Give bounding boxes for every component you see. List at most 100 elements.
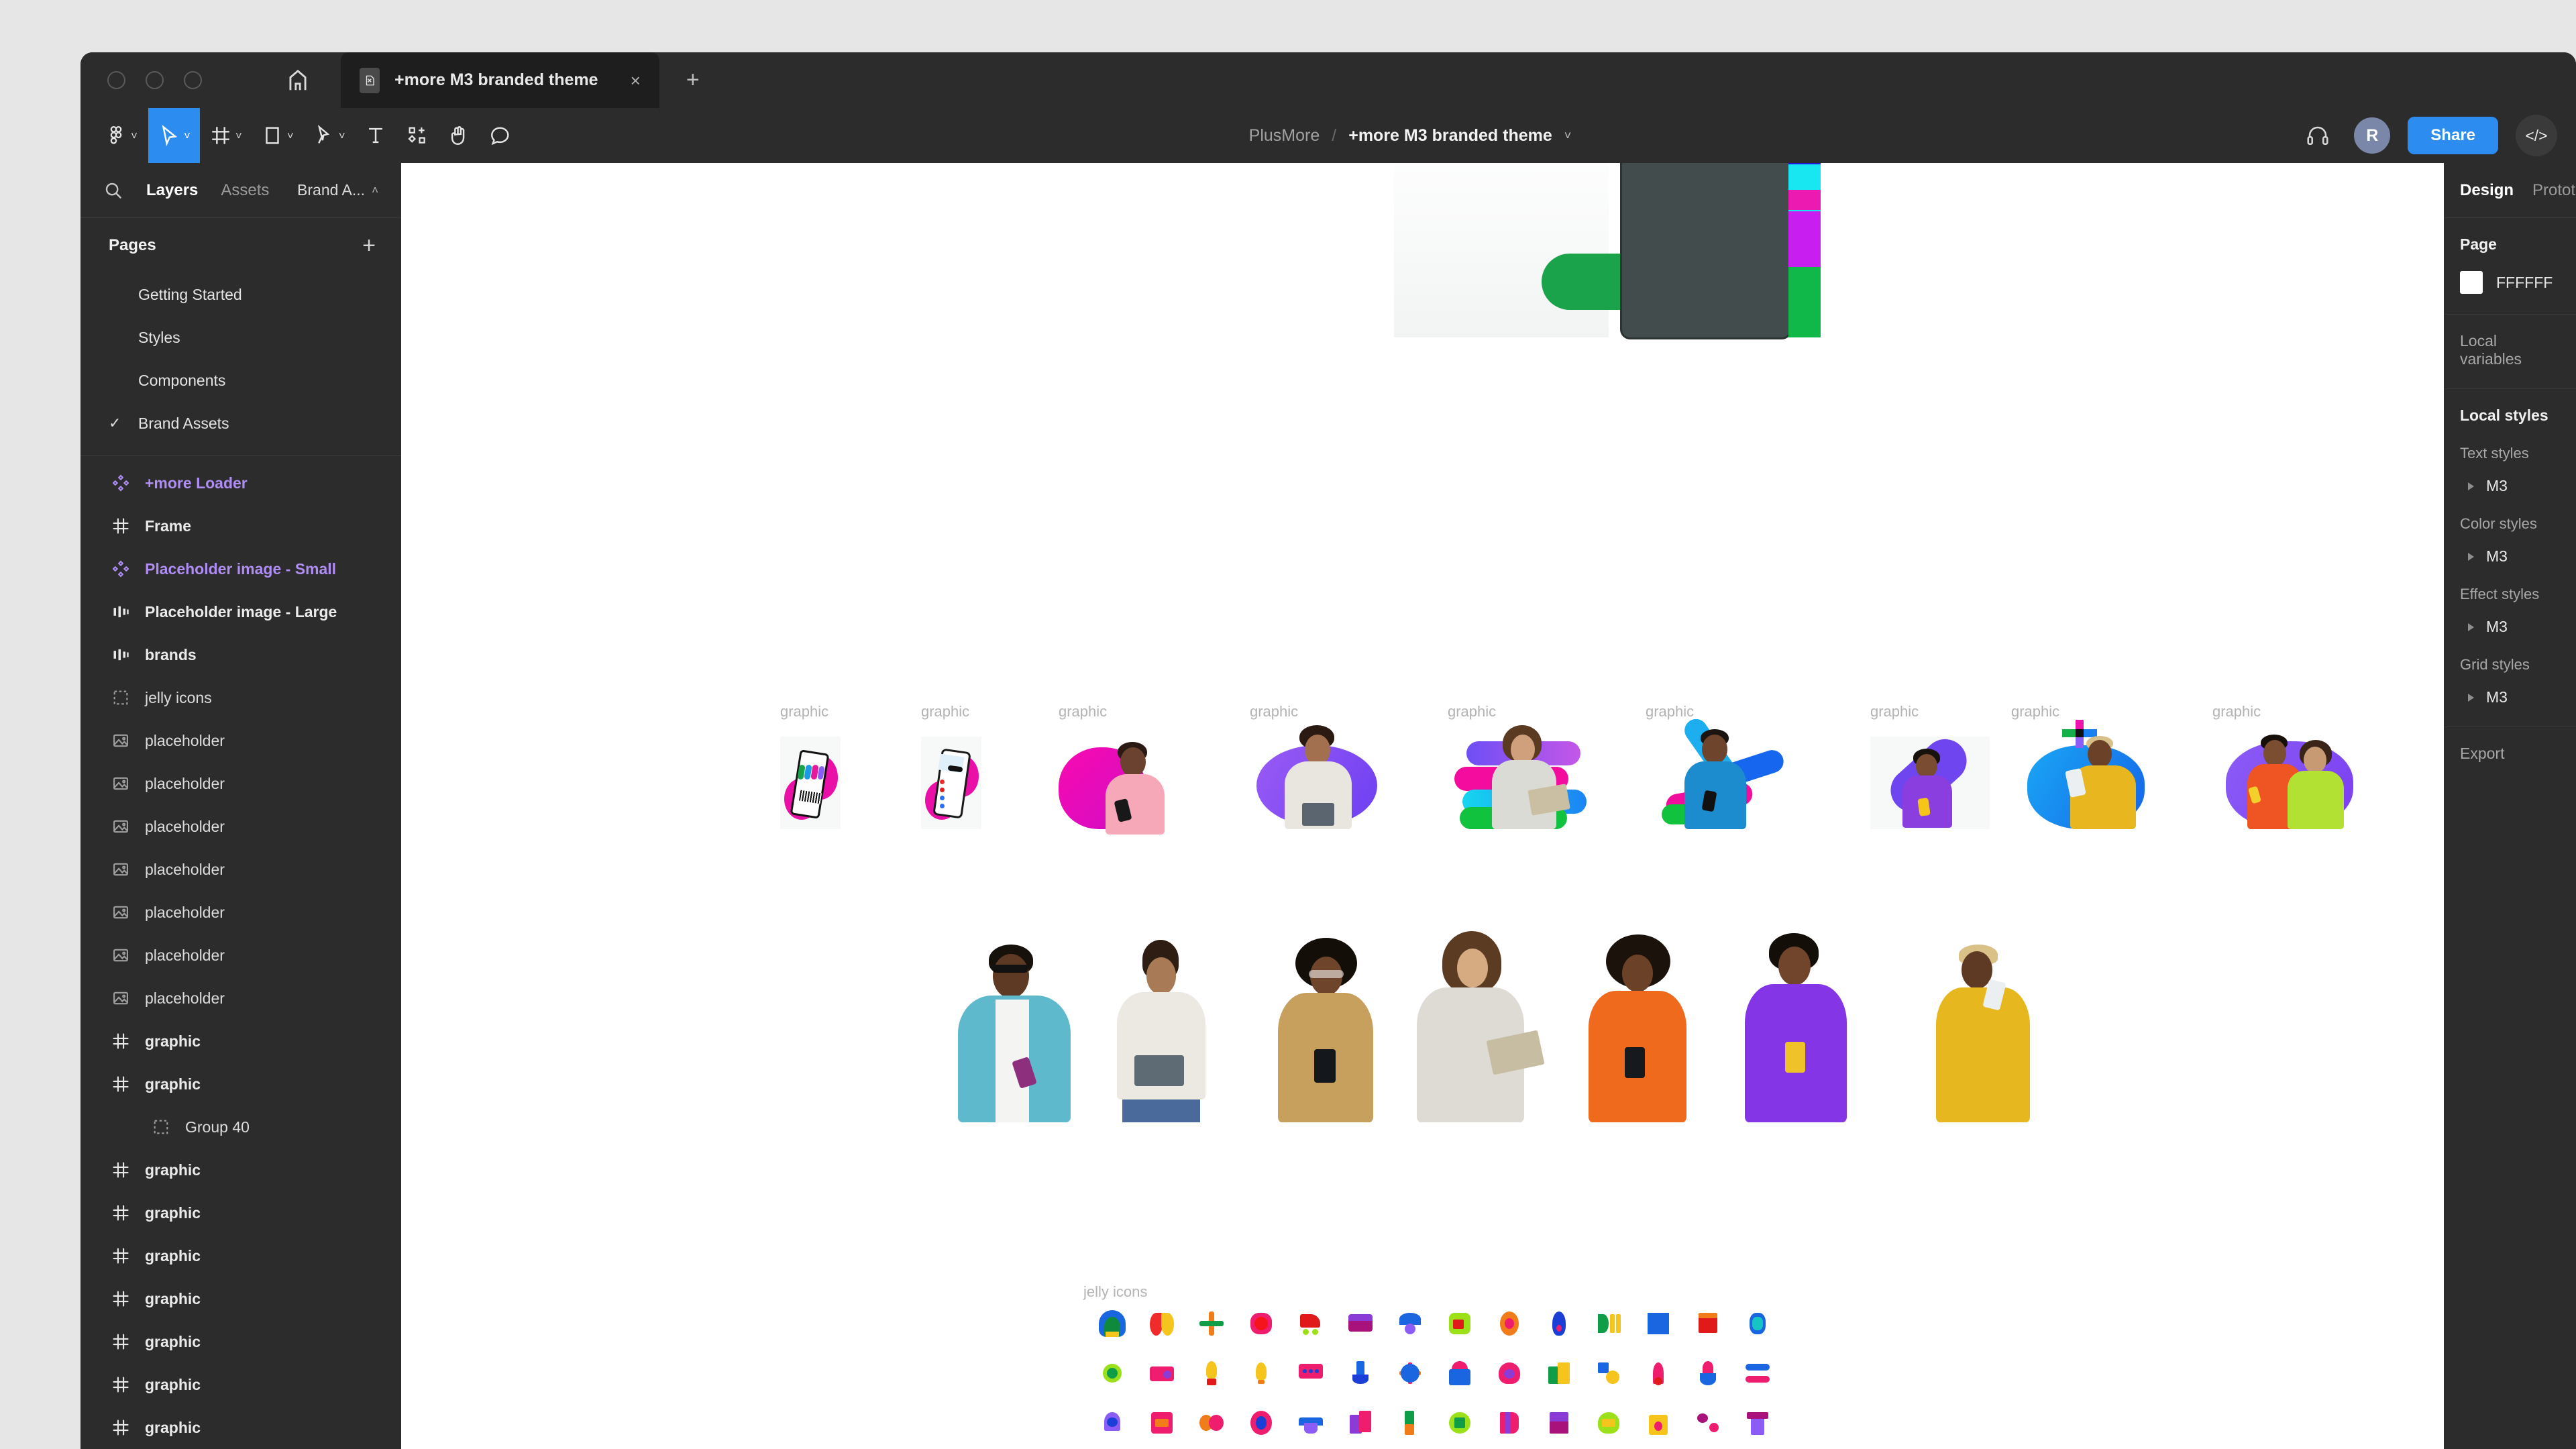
jelly-icon-22[interactable] [1446, 1360, 1473, 1387]
canvas-graphic-5[interactable] [1448, 725, 1602, 829]
text-style-item-m3[interactable]: M3 [2460, 477, 2560, 495]
layer-row-21[interactable]: graphic [80, 1363, 401, 1406]
canvas-person-7[interactable] [1924, 945, 2038, 1122]
layer-row-11[interactable]: placeholder [80, 934, 401, 977]
layer-row-8[interactable]: placeholder [80, 805, 401, 848]
jelly-icon-16[interactable] [1148, 1360, 1175, 1387]
layer-row-22[interactable]: graphic [80, 1406, 401, 1449]
canvas-person-3[interactable] [1270, 938, 1381, 1122]
jelly-icon-21[interactable] [1397, 1360, 1424, 1387]
page-background-row[interactable]: FFFFFF [2460, 271, 2560, 294]
layer-row-19[interactable]: graphic [80, 1277, 401, 1320]
audio-call-button[interactable] [2299, 117, 2337, 154]
jelly-icon-30[interactable] [1148, 1409, 1175, 1436]
effect-style-item-m3[interactable]: M3 [2460, 618, 2560, 636]
jelly-icon-40[interactable] [1645, 1409, 1672, 1436]
pen-tool-button[interactable]: ˅ [303, 108, 355, 163]
add-page-button[interactable]: + [362, 233, 376, 259]
jelly-icon-8[interactable] [1446, 1310, 1473, 1337]
page-item-brand-assets[interactable]: ✓ Brand Assets [80, 402, 401, 445]
layer-row-10[interactable]: placeholder [80, 891, 401, 934]
jelly-icon-23[interactable] [1496, 1360, 1523, 1387]
user-avatar[interactable]: R [2354, 117, 2391, 154]
jelly-icon-32[interactable] [1248, 1409, 1275, 1436]
canvas-person-4[interactable] [1407, 931, 1545, 1122]
layer-row-1[interactable]: Frame [80, 504, 401, 547]
canvas-artwork-top-phone[interactable] [1394, 163, 1609, 337]
jelly-icon-27[interactable] [1695, 1360, 1721, 1387]
canvas-person-5[interactable] [1582, 934, 1693, 1122]
document-tab[interactable]: +more M3 branded theme × [341, 52, 659, 108]
jelly-icon-35[interactable] [1397, 1409, 1424, 1436]
jelly-icon-18[interactable] [1248, 1360, 1275, 1387]
layer-row-5[interactable]: jelly icons [80, 676, 401, 719]
layer-row-9[interactable]: placeholder [80, 848, 401, 891]
jelly-icon-12[interactable] [1645, 1310, 1672, 1337]
jelly-icon-1[interactable] [1099, 1310, 1126, 1337]
jelly-icon-41[interactable] [1695, 1409, 1721, 1436]
shape-tool-button[interactable]: ˅ [252, 108, 303, 163]
jelly-icon-20[interactable] [1347, 1360, 1374, 1387]
canvas-person-1[interactable] [951, 945, 1079, 1122]
layer-row-13[interactable]: graphic [80, 1020, 401, 1063]
breadcrumb-org[interactable]: PlusMore [1249, 126, 1320, 146]
jelly-icon-31[interactable] [1198, 1409, 1225, 1436]
canvas-graphic-8[interactable] [2011, 720, 2162, 829]
jelly-icon-15[interactable] [1099, 1360, 1126, 1387]
close-tab-button[interactable]: × [613, 72, 641, 89]
local-variables-section[interactable]: Local variables [2444, 315, 2576, 389]
layer-row-4[interactable]: brands [80, 633, 401, 676]
color-style-item-m3[interactable]: M3 [2460, 547, 2560, 566]
jelly-icon-24[interactable] [1546, 1360, 1572, 1387]
layer-row-12[interactable]: placeholder [80, 977, 401, 1020]
layer-row-6[interactable]: placeholder [80, 719, 401, 762]
figma-menu-caret-icon[interactable]: ˅ [131, 130, 138, 142]
page-item-components[interactable]: Components [80, 359, 401, 402]
canvas-graphic-3[interactable] [1059, 737, 1179, 835]
jelly-icon-33[interactable] [1297, 1409, 1324, 1436]
tab-design[interactable]: Design [2460, 181, 2514, 200]
jelly-icon-5[interactable] [1297, 1310, 1324, 1337]
canvas-graphic-1[interactable] [780, 737, 841, 829]
close-window-button[interactable] [107, 71, 125, 89]
jelly-icon-28[interactable] [1744, 1360, 1771, 1387]
breadcrumb-file-name[interactable]: +more M3 branded theme [1348, 126, 1552, 146]
minimize-window-button[interactable] [146, 71, 164, 89]
jelly-icon-6[interactable] [1347, 1310, 1374, 1337]
tab-layers[interactable]: Layers [146, 181, 198, 200]
expand-triangle-icon[interactable] [2468, 482, 2474, 490]
home-button[interactable] [255, 52, 341, 108]
jelly-icon-26[interactable] [1645, 1360, 1672, 1387]
comment-tool-button[interactable] [480, 108, 521, 163]
layer-row-7[interactable]: placeholder [80, 762, 401, 805]
search-icon[interactable] [103, 180, 123, 201]
expand-triangle-icon[interactable] [2468, 552, 2474, 561]
layer-row-18[interactable]: graphic [80, 1234, 401, 1277]
layer-row-15[interactable]: Group 40 [80, 1106, 401, 1148]
jelly-icons-grid[interactable] [1099, 1310, 1771, 1449]
jelly-icon-9[interactable] [1496, 1310, 1523, 1337]
maximize-window-button[interactable] [184, 71, 202, 89]
layer-row-17[interactable]: graphic [80, 1191, 401, 1234]
frame-tool-button[interactable]: ˅ [200, 108, 252, 163]
design-canvas[interactable]: graphic graphic graphic graphic graphic graph… [401, 163, 2524, 1449]
layer-row-3[interactable]: Placeholder image - Large [80, 590, 401, 633]
figma-menu-button[interactable]: ˅ [80, 108, 148, 163]
layer-row-0[interactable]: +more Loader [80, 462, 401, 504]
jelly-icon-34[interactable] [1347, 1409, 1374, 1436]
jelly-icon-39[interactable] [1595, 1409, 1622, 1436]
move-tool-caret-icon[interactable]: ˅ [184, 130, 191, 142]
jelly-icon-42[interactable] [1744, 1409, 1771, 1436]
expand-triangle-icon[interactable] [2468, 693, 2474, 702]
breadcrumb-caret-icon[interactable]: ˅ [1564, 129, 1572, 143]
library-selector[interactable]: Brand A... ˄ [297, 181, 378, 199]
layer-row-16[interactable]: graphic [80, 1148, 401, 1191]
text-tool-button[interactable] [355, 108, 396, 163]
canvas-graphic-2[interactable] [921, 737, 981, 829]
layer-row-2[interactable]: Placeholder image - Small [80, 547, 401, 590]
share-button[interactable]: Share [2408, 117, 2498, 154]
grid-style-item-m3[interactable]: M3 [2460, 688, 2560, 706]
jelly-icon-38[interactable] [1546, 1409, 1572, 1436]
jelly-icon-2[interactable] [1148, 1310, 1175, 1337]
new-tab-button[interactable]: + [659, 52, 727, 108]
